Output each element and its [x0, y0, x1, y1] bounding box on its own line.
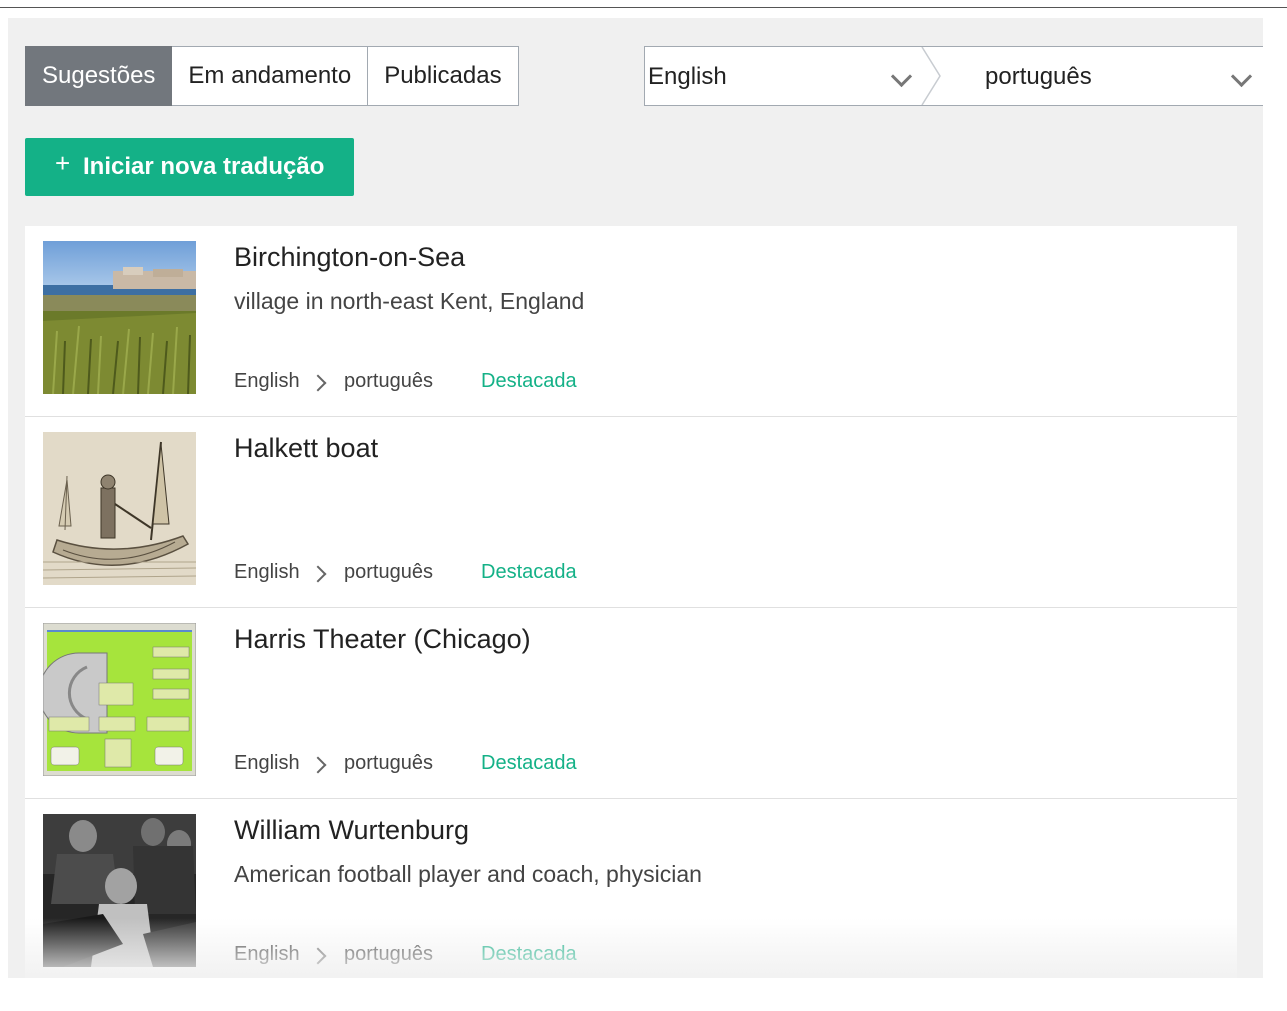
- item-title: Birchington-on-Sea: [234, 242, 466, 272]
- chevron-right-icon: [309, 374, 327, 392]
- language-selector: English português: [644, 46, 1263, 106]
- featured-badge: Destacada: [481, 370, 577, 392]
- list-item[interactable]: Birchington-on-Sea village in north-east…: [25, 226, 1237, 417]
- suggestion-list: Birchington-on-Sea village in north-east…: [25, 226, 1237, 978]
- tab-em-andamento[interactable]: Em andamento: [172, 46, 369, 106]
- thumbnail-image: [43, 623, 196, 776]
- item-source-language: English: [234, 561, 300, 583]
- thumbnail-image: [43, 432, 196, 585]
- chevron-right-icon: [309, 756, 327, 774]
- item-description: village in north-east Kent, England: [234, 288, 585, 314]
- chevron-down-icon: [1230, 65, 1253, 88]
- chevron-right-icon: [309, 947, 327, 965]
- item-target-language: português: [344, 943, 433, 965]
- language-direction-icon: [921, 47, 941, 105]
- item-source-language: English: [234, 752, 300, 774]
- item-source-language: English: [234, 943, 300, 965]
- list-item[interactable]: Halkett boat English português Destacada: [25, 417, 1237, 608]
- thumbnail-image: [43, 814, 196, 967]
- start-new-translation-button[interactable]: + Iniciar nova tradução: [25, 138, 354, 196]
- source-language-label: English: [648, 63, 727, 90]
- item-title: Harris Theater (Chicago): [234, 624, 531, 654]
- list-item[interactable]: William Wurtenburg American football pla…: [25, 799, 1237, 978]
- item-target-language: português: [344, 561, 433, 583]
- item-target-language: português: [344, 370, 433, 392]
- filter-tabs: Sugestões Em andamento Publicadas: [25, 46, 519, 106]
- item-target-language: português: [344, 752, 433, 774]
- item-title: William Wurtenburg: [234, 815, 470, 845]
- start-new-translation-label: Iniciar nova tradução: [83, 153, 325, 180]
- featured-badge: Destacada: [481, 943, 577, 965]
- target-language-dropdown[interactable]: português: [985, 47, 1255, 105]
- item-title: Halkett boat: [234, 433, 379, 463]
- target-language-label: português: [985, 63, 1092, 90]
- item-description: American football player and coach, phys…: [234, 861, 702, 887]
- plus-icon: +: [55, 148, 71, 178]
- tab-sugestoes[interactable]: Sugestões: [25, 46, 173, 106]
- chevron-right-icon: [309, 565, 327, 583]
- featured-badge: Destacada: [481, 561, 577, 583]
- source-language-dropdown[interactable]: English: [648, 47, 928, 105]
- top-rule: [0, 7, 1287, 8]
- thumbnail-image: [43, 241, 196, 394]
- item-source-language: English: [234, 370, 300, 392]
- featured-badge: Destacada: [481, 752, 577, 774]
- list-item[interactable]: Harris Theater (Chicago) English portugu…: [25, 608, 1237, 799]
- content-translation-dashboard: Sugestões Em andamento Publicadas Englis…: [8, 18, 1263, 978]
- tab-publicadas[interactable]: Publicadas: [368, 46, 519, 106]
